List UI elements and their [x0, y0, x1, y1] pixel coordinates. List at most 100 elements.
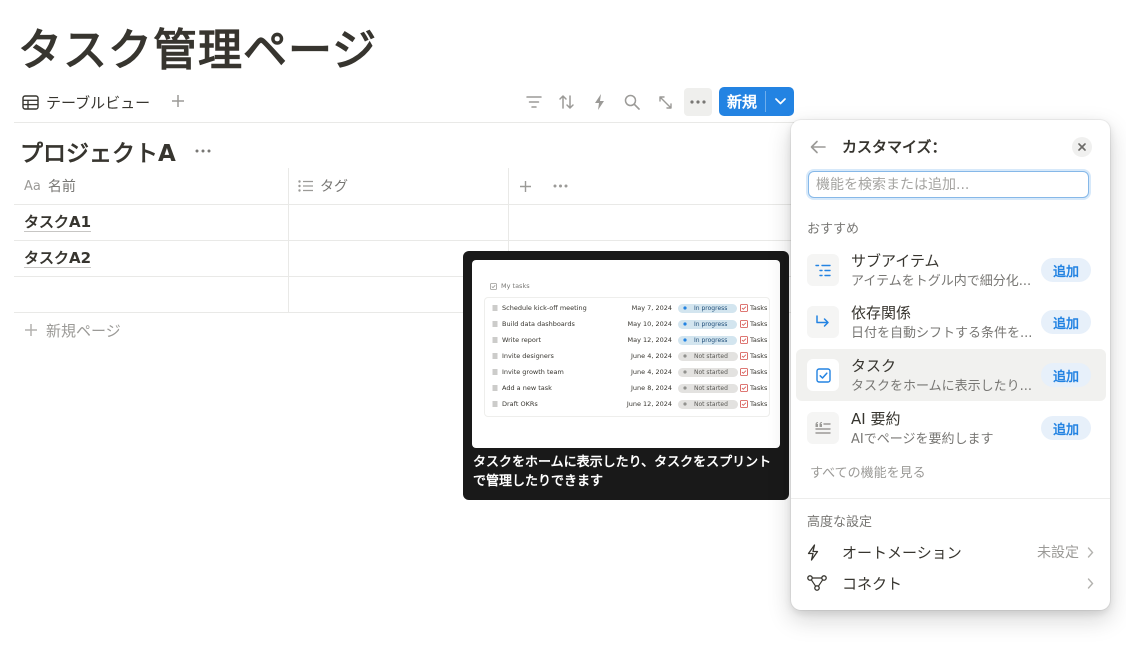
preview-task-name: Add a new task: [492, 381, 552, 395]
preview-task-status: Not started: [678, 381, 738, 395]
add-column-button[interactable]: [519, 168, 532, 204]
group-title[interactable]: プロジェクトA: [20, 134, 176, 168]
group-more-button[interactable]: [193, 141, 213, 161]
page-icon: [492, 401, 498, 407]
table-row-divider: [14, 240, 794, 241]
column-header-name[interactable]: Aa 名前: [24, 168, 76, 204]
more-icon: [195, 149, 211, 153]
plus-icon: [172, 95, 184, 107]
new-button-group: 新規: [719, 87, 794, 116]
automation-button[interactable]: [588, 90, 612, 114]
chevron-right-icon: [1087, 546, 1094, 558]
preview-task-date: June 4, 2024: [630, 368, 672, 376]
plus-icon: [520, 180, 531, 192]
feature-item-sub-items[interactable]: サブアイテム アイテムをトグル内で細分化... 追加: [796, 244, 1106, 296]
close-icon: [1078, 143, 1086, 151]
feature-item-dependencies[interactable]: 依存関係 日付を自動シフトする条件を... 追加: [796, 296, 1106, 348]
preview-task-relation: Tasks: [740, 397, 767, 411]
feature-search-input[interactable]: [808, 171, 1089, 198]
preview-task-status: Not started: [678, 397, 738, 411]
table-icon: [22, 94, 39, 110]
add-feature-button[interactable]: 追加: [1041, 310, 1091, 334]
checkbox-icon: [490, 282, 497, 290]
feature-tooltip: My tasks Schedule kick-off meeting May 7,…: [463, 251, 789, 500]
chevron-right-icon: [1087, 577, 1094, 589]
arrow-left-icon: [810, 140, 826, 154]
preview-task-name: Schedule kick-off meeting: [492, 301, 587, 315]
add-feature-button[interactable]: 追加: [1041, 363, 1091, 387]
preview-task-name: Draft OKRs: [492, 397, 538, 411]
preview-task-status: Not started: [678, 365, 738, 379]
add-view-button[interactable]: [167, 90, 189, 112]
row-name[interactable]: タスクA1: [24, 213, 92, 232]
checkbox-icon: [807, 359, 839, 391]
feature-item-tasks[interactable]: タスク タスクをホームに表示したり... 追加: [796, 349, 1106, 401]
panel-title: カスタマイズ：: [842, 138, 947, 156]
sort-button[interactable]: [555, 90, 579, 114]
filter-icon: [526, 96, 542, 108]
tab-label: テーブルビュー: [46, 93, 151, 112]
sort-icon: [559, 95, 574, 109]
search-icon: [624, 94, 640, 110]
expand-button[interactable]: [653, 90, 677, 114]
page-icon: [492, 353, 498, 359]
preview-task-date: June 4, 2024: [630, 352, 672, 360]
chevron-down-icon: [774, 98, 786, 105]
row-name[interactable]: タスクA2: [24, 249, 92, 268]
tooltip-caption: タスクをホームに表示したり、タスクをスプリントで管理したりできます: [473, 455, 772, 489]
new-dropdown-button[interactable]: [766, 87, 794, 116]
text-type-icon: Aa: [24, 178, 41, 194]
table-row[interactable]: タスクA1: [24, 204, 92, 240]
preview-task-status: In progress: [678, 333, 738, 347]
back-button[interactable]: [808, 137, 828, 157]
more-icon: [553, 184, 568, 188]
connect-row[interactable]: コネクト: [807, 568, 1094, 598]
recommended-label: おすすめ: [807, 222, 860, 237]
feature-item-ai-summary[interactable]: AI 要約 AIでページを要約します 追加: [796, 402, 1106, 454]
preview-task-status: In progress: [678, 317, 738, 331]
page-icon: [492, 385, 498, 391]
expand-icon: [658, 95, 672, 109]
status-dot-icon: [683, 354, 687, 358]
preview-task-row: Write report May 12, 2024 In progress Tasks: [492, 333, 768, 347]
checkbox-icon: [740, 384, 748, 392]
new-page-button[interactable]: 新規ページ: [24, 316, 121, 344]
close-button[interactable]: [1072, 137, 1092, 157]
checkbox-icon: [740, 400, 748, 408]
table-row-empty[interactable]: [14, 277, 288, 312]
preview-task-name: Build data dashboards: [492, 317, 575, 331]
status-dot-icon: [683, 338, 687, 342]
page-title[interactable]: タスク管理ページ: [18, 14, 377, 78]
sub-items-icon: [807, 254, 839, 286]
preview-task-relation: Tasks: [740, 365, 767, 379]
add-feature-button[interactable]: 追加: [1041, 416, 1091, 440]
tooltip-preview-image: My tasks Schedule kick-off meeting May 7,…: [472, 260, 780, 448]
preview-task-relation: Tasks: [740, 301, 767, 315]
status-dot-icon: [683, 370, 687, 374]
status-dot-icon: [683, 306, 687, 310]
more-options-button[interactable]: [684, 88, 712, 116]
status-dot-icon: [683, 386, 687, 390]
new-button[interactable]: 新規: [719, 87, 765, 116]
status-dot-icon: [683, 402, 687, 406]
see-all-features-link[interactable]: すべての機能を見る: [810, 462, 926, 481]
plus-icon: [25, 324, 37, 336]
ai-summary-icon: [807, 412, 839, 444]
tab-table-view[interactable]: テーブルビュー: [22, 88, 150, 116]
list-icon: [298, 180, 313, 192]
add-feature-button[interactable]: 追加: [1041, 258, 1091, 282]
preview-task-date: June 12, 2024: [626, 400, 672, 408]
connect-icon: [807, 575, 829, 591]
automation-row[interactable]: オートメーション 未設定: [807, 537, 1094, 567]
panel-divider: [791, 498, 1110, 499]
preview-task-row: Schedule kick-off meeting May 7, 2024 In p…: [492, 301, 768, 315]
page-icon: [492, 369, 498, 375]
status-dot-icon: [683, 322, 687, 326]
more-icon: [690, 100, 706, 104]
table-row[interactable]: タスクA2: [24, 240, 92, 276]
search-button[interactable]: [620, 90, 644, 114]
column-header-tag[interactable]: タグ: [298, 168, 348, 204]
filter-button[interactable]: [522, 90, 546, 114]
checkbox-icon: [740, 352, 748, 360]
column-options-button[interactable]: [553, 168, 568, 204]
